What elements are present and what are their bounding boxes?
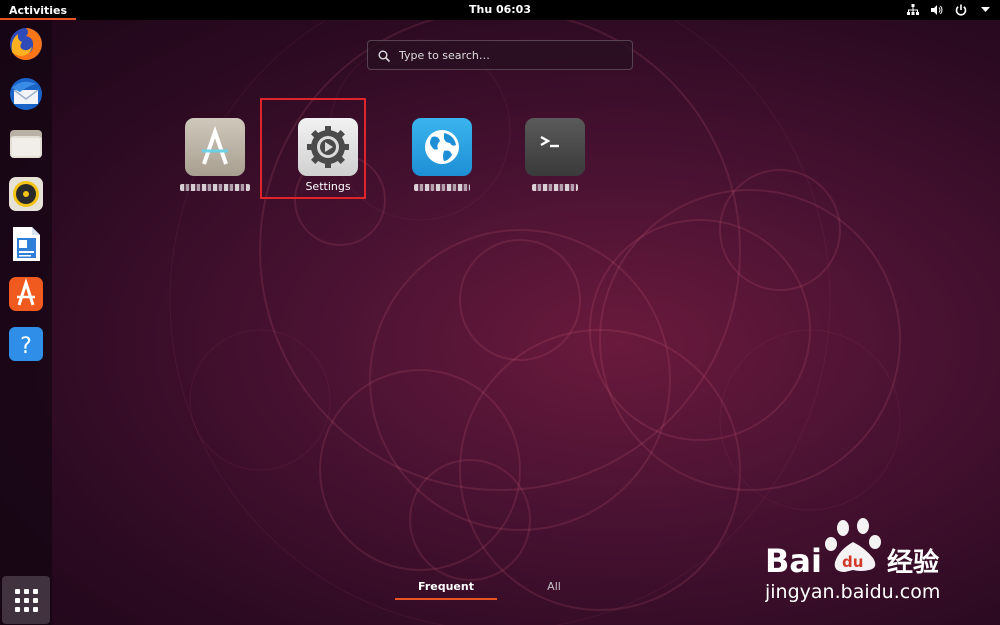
clock-button[interactable]: Thu 06:03	[469, 3, 531, 16]
top-bar: Activities Thu 06:03	[0, 0, 1000, 20]
svg-text:Bai: Bai	[765, 542, 822, 580]
libreoffice-writer-icon	[8, 226, 44, 266]
terminal-icon	[525, 118, 585, 176]
ubuntu-software-icon	[8, 276, 44, 316]
app-label: Settings	[305, 180, 351, 193]
chevron-down-icon	[978, 3, 992, 17]
rhythmbox-icon	[8, 176, 44, 216]
network-icon	[906, 3, 920, 17]
clock-area: Thu 06:03	[0, 0, 1000, 20]
svg-text:du: du	[842, 553, 863, 571]
dock-item-libreoffice-writer[interactable]	[6, 226, 46, 266]
dock-item-ubuntu-software[interactable]	[6, 276, 46, 316]
dock-item-rhythmbox[interactable]	[6, 176, 46, 216]
app-tile-terminal[interactable]	[500, 118, 610, 198]
app-tile-web-browser[interactable]	[387, 118, 497, 198]
firefox-icon	[8, 26, 44, 66]
help-icon: ?	[8, 326, 44, 366]
dock-item-files[interactable]	[6, 126, 46, 166]
app-label-obscured	[180, 184, 250, 191]
grid-icon	[14, 588, 38, 612]
dock-item-thunderbird[interactable]	[6, 76, 46, 116]
settings-icon	[298, 118, 358, 176]
svg-text:?: ?	[20, 334, 32, 359]
tab-frequent[interactable]: Frequent	[395, 580, 497, 600]
search-box[interactable]	[367, 40, 633, 70]
show-applications-button[interactable]	[2, 576, 50, 624]
activities-button[interactable]: Activities	[0, 0, 77, 20]
web-browser-icon	[412, 118, 472, 176]
power-icon	[954, 3, 968, 17]
software-updater-icon	[185, 118, 245, 176]
search-input[interactable]	[399, 48, 619, 62]
dock-item-firefox[interactable]	[6, 26, 46, 66]
svg-text:jingyan.baidu.com: jingyan.baidu.com	[765, 581, 940, 603]
app-tile-settings[interactable]: Settings	[273, 118, 383, 198]
system-tray[interactable]	[906, 0, 992, 20]
app-label-obscured	[532, 184, 578, 191]
baidu-watermark: Bai du 经验 jingyan.baidu.com	[764, 516, 997, 606]
files-icon	[8, 126, 44, 166]
search-icon	[378, 48, 392, 63]
thunderbird-icon	[8, 76, 44, 116]
tab-all[interactable]: All	[530, 580, 578, 593]
dock-item-help[interactable]: ?	[6, 326, 46, 366]
app-tile-software-updater[interactable]	[160, 118, 270, 198]
volume-icon	[930, 3, 944, 17]
baidu-logo: Bai du 经验 jingyan.baidu.com	[764, 518, 940, 603]
app-label-obscured	[414, 184, 470, 191]
dock: ?	[0, 20, 52, 625]
svg-text:经验: 经验	[887, 547, 939, 578]
